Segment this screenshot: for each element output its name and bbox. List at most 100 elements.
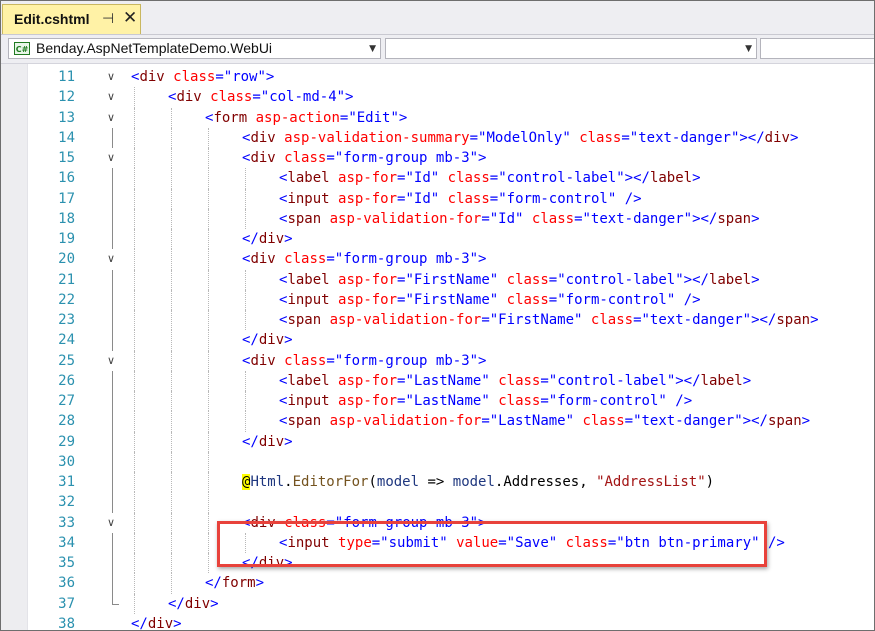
project-dropdown[interactable]: C# Benday.AspNetTemplateDemo.WebUi ▼: [8, 38, 381, 59]
fold-chevron-icon[interactable]: ∨: [107, 516, 115, 529]
member-dropdown[interactable]: [760, 38, 874, 59]
code-token: text-danger: [638, 129, 731, 146]
pin-icon[interactable]: ⊣: [102, 11, 114, 27]
fold-chevron-icon[interactable]: ∨: [107, 253, 115, 265]
line-number: 19: [58, 231, 75, 247]
fold-region-line: [112, 411, 113, 432]
code-line[interactable]: 18 <span asp-validation-for="Id" class="t…: [1, 208, 874, 229]
indent-guide: [134, 249, 135, 270]
code-text: <span asp-validation-for="LastName" clas…: [279, 411, 810, 431]
fold-chevron-icon[interactable]: ∨: [107, 71, 115, 83]
indent-guide: [171, 391, 172, 412]
code-token: asp-for: [338, 190, 398, 207]
code-line[interactable]: 26 <label asp-for="LastName" class="contr…: [1, 370, 874, 391]
code-line[interactable]: 11 ∨ <div class="row">: [1, 67, 874, 87]
code-token: >: [789, 129, 799, 146]
code-line[interactable]: 19 </div>: [1, 229, 874, 250]
csharp-project-icon: C#: [14, 42, 30, 55]
code-token: </: [242, 332, 259, 349]
code-token: control-label: [565, 271, 676, 288]
code-line[interactable]: 17 <input asp-for="Id" class="form-contro…: [1, 188, 874, 209]
indent-guide: [171, 472, 172, 493]
code-line[interactable]: 12 ∨ <div class="col-md-4">: [1, 87, 874, 108]
code-text: <div class="form-group mb-3">: [242, 148, 486, 168]
tab-edit-cshtml[interactable]: Edit.cshtml ⊣ ✕: [2, 4, 141, 34]
code-line[interactable]: 28 <span asp-validation-for="LastName" cl…: [1, 411, 874, 432]
fold-region-line: [112, 127, 113, 148]
code-line[interactable]: 23 <span asp-validation-for="FirstName" c…: [1, 310, 874, 331]
line-number: 27: [58, 393, 75, 409]
code-line[interactable]: 30: [1, 451, 874, 472]
code-token: class: [447, 190, 490, 207]
close-icon[interactable]: ✕: [123, 8, 137, 28]
code-text: @Html.EditorFor(model => model.Addresses…: [242, 472, 714, 492]
indent-guide: [134, 512, 135, 533]
indent-guide: [208, 148, 209, 169]
fold-region-line: [112, 391, 113, 412]
fold-chevron-icon[interactable]: ∨: [107, 91, 115, 103]
fold-chevron-icon[interactable]: ∨: [107, 152, 115, 164]
code-token: class: [284, 150, 327, 166]
code-token: div: [250, 150, 276, 166]
indent-guide: [171, 431, 172, 452]
code-token: asp-validation-for: [329, 312, 482, 328]
code-line[interactable]: 38 </div>: [1, 614, 874, 630]
code-line[interactable]: 37 </div>: [1, 593, 874, 614]
code-line[interactable]: 25 ∨ <div class="form-group mb-3">: [1, 350, 874, 371]
code-line[interactable]: 16 <label asp-for="Id" class="control-lab…: [1, 168, 874, 189]
code-token: asp-for: [338, 372, 398, 389]
code-text: <label asp-for="FirstName" class="contro…: [279, 270, 760, 290]
code-editor[interactable]: 11 ∨ <div class="row"> 12 ∨ <div class="col-m…: [1, 64, 874, 630]
code-line[interactable]: 27 <input asp-for="LastName" class="form-…: [1, 391, 874, 412]
line-number: 28: [58, 413, 75, 430]
code-token: >: [751, 210, 760, 227]
code-token: />: [675, 393, 693, 409]
code-token: ModelOnly: [486, 129, 563, 146]
fold-chevron-icon[interactable]: ∨: [107, 354, 115, 367]
fold-region-line: [112, 370, 113, 391]
code-token: form-group mb-3: [343, 352, 470, 369]
code-line[interactable]: 36 </form>: [1, 573, 874, 594]
document-tab-strip: Edit.cshtml ⊣ ✕: [1, 1, 874, 35]
code-token: "></: [616, 170, 650, 187]
code-token: class: [447, 170, 490, 187]
indent-guide: [208, 188, 209, 209]
fold-region-line: [112, 188, 113, 209]
code-token: class: [579, 129, 622, 146]
code-token: Id: [413, 170, 431, 187]
type-dropdown[interactable]: ▼: [385, 38, 757, 59]
fold-chevron-icon[interactable]: ∨: [107, 111, 115, 124]
code-token: ">: [469, 352, 487, 369]
indent-guide: [245, 188, 246, 209]
code-token: =": [548, 271, 566, 288]
code-line[interactable]: 13 ∨ <form asp-action="Edit">: [1, 107, 874, 128]
code-line[interactable]: 21 <label asp-for="FirstName" class="cont…: [1, 269, 874, 290]
code-text: </div>: [131, 614, 182, 630]
code-token: =": [574, 210, 591, 227]
line-number: 29: [58, 433, 75, 450]
code-token: label: [287, 170, 330, 187]
code-token: ": [489, 271, 499, 288]
indent-guide: [134, 127, 135, 148]
code-token: LastName: [498, 413, 566, 430]
code-line[interactable]: 20 ∨ <div class="form-group mb-3">: [1, 249, 874, 270]
code-token: class: [582, 413, 625, 430]
indent-guide: [208, 431, 209, 452]
code-line[interactable]: 32: [1, 492, 874, 513]
code-line[interactable]: 14 <div asp-validation-summary="ModelOnly…: [1, 127, 874, 148]
code-line[interactable]: 15 ∨ <div class="form-group mb-3">: [1, 148, 874, 169]
code-line[interactable]: 24 </div>: [1, 330, 874, 351]
code-token: =": [397, 190, 414, 207]
code-line[interactable]: 29 </div>: [1, 431, 874, 452]
code-line[interactable]: 31 @Html.EditorFor(model => model.Address…: [1, 472, 874, 493]
code-token: >: [810, 312, 819, 328]
code-token: ": [430, 170, 440, 187]
code-token: >: [255, 575, 265, 592]
code-token: div: [764, 129, 790, 146]
code-line[interactable]: 22 <input asp-for="FirstName" class="form…: [1, 289, 874, 310]
code-token: span: [717, 210, 752, 227]
indent-guide: [134, 208, 135, 229]
